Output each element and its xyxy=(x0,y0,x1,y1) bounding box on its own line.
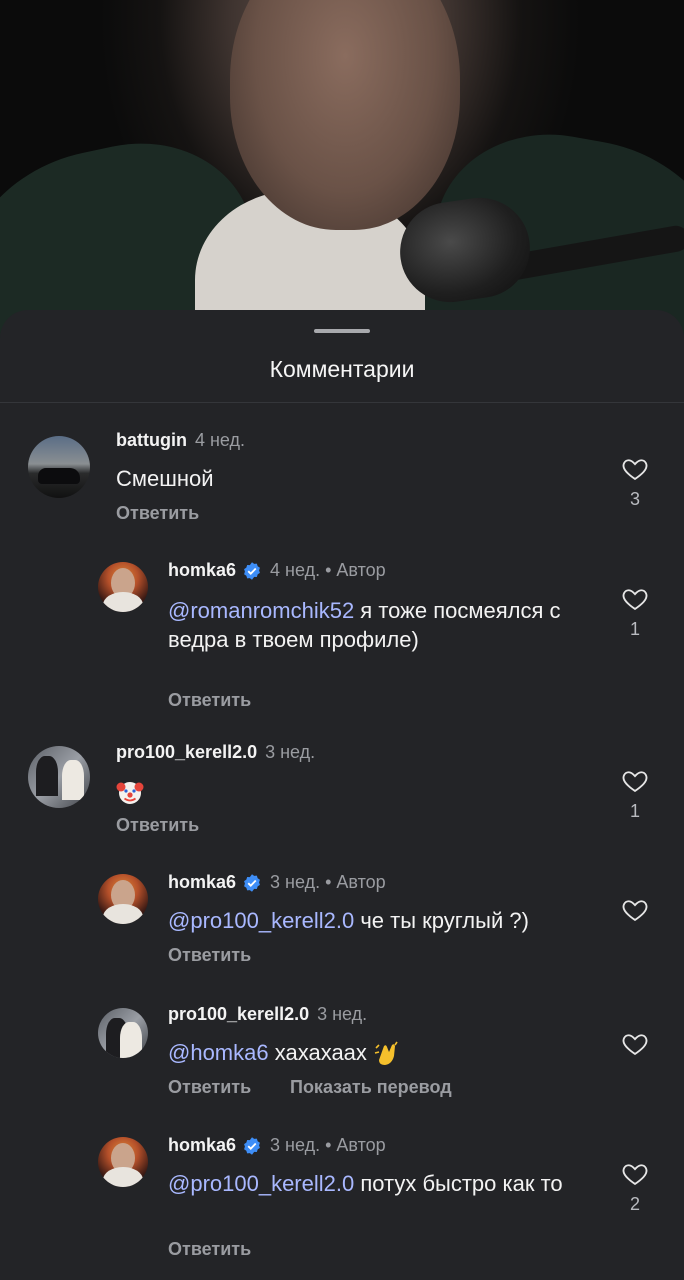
mention-link[interactable]: @pro100_kerell2.0 xyxy=(168,1171,354,1196)
mention-link[interactable]: @romanromchik52 xyxy=(168,598,354,623)
mention-link[interactable]: @homka6 xyxy=(168,1040,269,1065)
username[interactable]: pro100_kerell2.0 xyxy=(168,1004,309,1025)
username[interactable]: homka6 xyxy=(168,872,236,893)
like-count: 1 xyxy=(629,801,640,821)
verified-badge-icon xyxy=(244,873,260,892)
sheet-title: Комментарии xyxy=(269,356,415,382)
username[interactable]: homka6 xyxy=(168,560,236,581)
like-count: 1 xyxy=(629,619,640,639)
clapping-hands-emoji xyxy=(374,1041,398,1066)
heart-outline-icon xyxy=(622,589,648,611)
avatar[interactable] xyxy=(28,746,90,808)
timestamp: 3 нед. • Автор xyxy=(270,1135,386,1155)
username[interactable]: homka6 xyxy=(168,1135,236,1156)
comment-text: @romanromchik52 я тоже посмеялся с ведра… xyxy=(168,598,561,652)
verified-badge-icon xyxy=(244,561,260,580)
reply-button[interactable]: Ответить xyxy=(116,815,199,836)
heart-outline-icon xyxy=(622,900,648,922)
divider xyxy=(0,402,684,403)
heart-outline-icon xyxy=(622,1164,648,1186)
reply-button[interactable]: Ответить xyxy=(116,503,199,524)
comment-text: @pro100_kerell2.0 че ты круглый ?) xyxy=(168,908,529,933)
like-button[interactable]: 1 xyxy=(620,585,650,640)
comment-text xyxy=(116,776,596,806)
reply-button[interactable]: Ответить xyxy=(168,1239,251,1260)
reply-button[interactable]: Ответить xyxy=(168,945,251,966)
drag-handle[interactable] xyxy=(314,329,370,333)
comment-text: @homka6 хахахаах xyxy=(168,1038,598,1068)
timestamp: 3 нед. • Автор xyxy=(270,872,386,892)
video-background xyxy=(0,0,684,360)
verified-badge-icon xyxy=(244,1136,260,1155)
comment-text: @pro100_kerell2.0 потух быстро как то xyxy=(168,1171,563,1196)
timestamp: 4 нед. xyxy=(194,430,246,450)
avatar[interactable] xyxy=(98,1137,148,1187)
heart-outline-icon xyxy=(622,1034,648,1056)
heart-outline-icon xyxy=(622,771,648,793)
timestamp: 3 нед. xyxy=(317,1004,368,1024)
username[interactable]: pro100_kerell2.0 xyxy=(116,742,257,763)
comments-sheet: Комментарии battugin 4 нед. Смешной Отве… xyxy=(0,310,684,1280)
like-count: 2 xyxy=(629,1194,640,1214)
clown-face-emoji xyxy=(116,782,144,805)
reply-button[interactable]: Ответить xyxy=(168,1077,251,1098)
like-button[interactable]: 2 xyxy=(620,1160,650,1215)
avatar[interactable] xyxy=(98,562,148,612)
timestamp: 3 нед. xyxy=(265,742,316,762)
timestamp: 4 нед. • Автор xyxy=(270,560,386,580)
avatar[interactable] xyxy=(28,436,90,498)
like-count: 3 xyxy=(629,489,640,509)
avatar[interactable] xyxy=(98,874,148,924)
mention-link[interactable]: @pro100_kerell2.0 xyxy=(168,908,354,933)
avatar[interactable] xyxy=(98,1008,148,1058)
comment-text: Смешной xyxy=(116,466,214,491)
like-button[interactable]: 3 xyxy=(620,455,650,510)
like-button[interactable] xyxy=(620,1030,650,1058)
username[interactable]: battugin xyxy=(116,430,187,451)
heart-outline-icon xyxy=(622,459,648,481)
show-translation-button[interactable]: Показать перевод xyxy=(290,1077,452,1098)
reply-button[interactable]: Ответить xyxy=(168,690,251,711)
like-button[interactable]: 1 xyxy=(620,767,650,822)
like-button[interactable] xyxy=(620,896,650,924)
